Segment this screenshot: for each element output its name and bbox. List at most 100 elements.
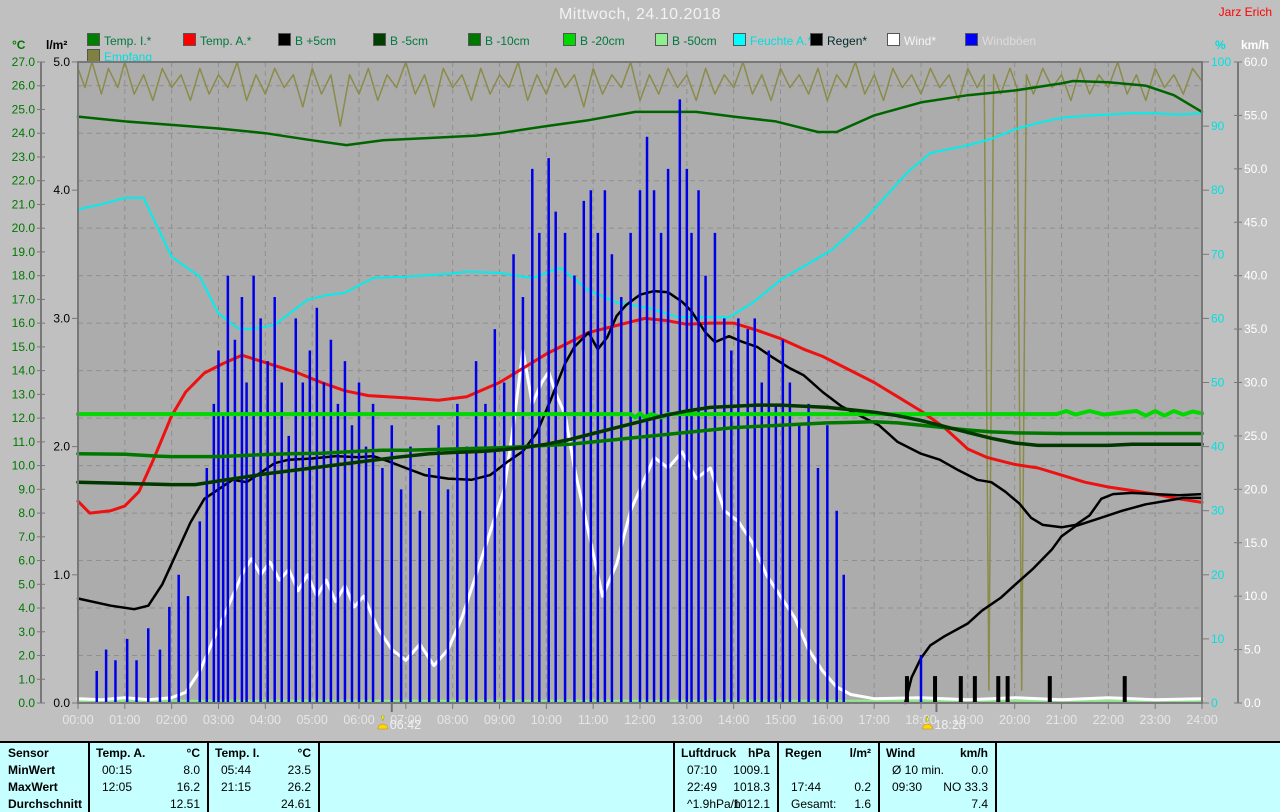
svg-text:20.0: 20.0 xyxy=(12,221,36,235)
column-header: Luftdruck xyxy=(681,746,736,761)
axis-humidity: 0102030405060708090100 xyxy=(1202,55,1231,710)
axis-rain: 0.01.02.03.04.05.0 xyxy=(53,55,78,710)
svg-text:90: 90 xyxy=(1211,119,1225,133)
svg-text:02:00: 02:00 xyxy=(156,713,187,727)
stat-value: 0.2 xyxy=(854,780,871,795)
svg-text:09:00: 09:00 xyxy=(484,713,515,727)
svg-text:24.0: 24.0 xyxy=(12,126,36,140)
sun-marker-time: 18:20 xyxy=(934,718,965,732)
table-separator xyxy=(878,743,880,812)
row-label: Sensor xyxy=(8,746,49,761)
stat-time: 22:49 xyxy=(687,780,717,795)
svg-text:1.0: 1.0 xyxy=(18,672,35,686)
stat-time: 09:30 xyxy=(892,780,922,795)
svg-text:25.0: 25.0 xyxy=(12,102,36,116)
svg-text:5.0: 5.0 xyxy=(18,577,35,591)
sun-marker-sunrise-icon: 06:42 xyxy=(378,703,421,732)
row-label: MinWert xyxy=(8,763,55,778)
svg-text:20.0: 20.0 xyxy=(1244,482,1268,496)
svg-text:5.0: 5.0 xyxy=(53,55,70,69)
column-unit: km/h xyxy=(960,746,988,761)
svg-text:14.0: 14.0 xyxy=(12,364,36,378)
stat-value: 1018.3 xyxy=(733,780,770,795)
svg-text:03:00: 03:00 xyxy=(203,713,234,727)
svg-text:80: 80 xyxy=(1211,183,1225,197)
svg-text:12.0: 12.0 xyxy=(12,411,36,425)
svg-text:100: 100 xyxy=(1211,55,1231,69)
svg-text:50: 50 xyxy=(1211,376,1225,390)
svg-text:0.0: 0.0 xyxy=(1244,696,1261,710)
svg-text:22:00: 22:00 xyxy=(1093,713,1124,727)
table-separator xyxy=(777,743,779,812)
svg-text:40.0: 40.0 xyxy=(1244,269,1268,283)
sunrise-icon xyxy=(378,716,388,729)
column-unit: hPa xyxy=(748,746,770,761)
svg-text:30.0: 30.0 xyxy=(1244,376,1268,390)
column-unit: °C xyxy=(298,746,311,761)
svg-text:10.0: 10.0 xyxy=(1244,589,1268,603)
svg-text:40: 40 xyxy=(1211,440,1225,454)
svg-text:27.0: 27.0 xyxy=(12,55,36,69)
stat-value: 0.0 xyxy=(971,763,988,778)
svg-text:2.0: 2.0 xyxy=(53,440,70,454)
svg-text:60: 60 xyxy=(1211,311,1225,325)
svg-text:19.0: 19.0 xyxy=(12,245,36,259)
stat-value: 1009.1 xyxy=(733,763,770,778)
svg-text:15.0: 15.0 xyxy=(1244,536,1268,550)
statistics-table: SensorMinWertMaxWertDurchschnittTemp. A.… xyxy=(0,741,1280,812)
svg-text:6.0: 6.0 xyxy=(18,554,35,568)
svg-text:23:00: 23:00 xyxy=(1140,713,1171,727)
stat-time: 17:44 xyxy=(791,780,821,795)
sun-marker-time: 06:42 xyxy=(390,718,421,732)
svg-text:15.0: 15.0 xyxy=(12,340,36,354)
stat-time: 07:10 xyxy=(687,763,717,778)
svg-text:04:00: 04:00 xyxy=(250,713,281,727)
column-header: Temp. I. xyxy=(215,746,259,761)
svg-text:0.0: 0.0 xyxy=(53,696,70,710)
table-separator xyxy=(207,743,209,812)
svg-text:3.0: 3.0 xyxy=(18,625,35,639)
svg-text:17:00: 17:00 xyxy=(859,713,890,727)
svg-text:4.0: 4.0 xyxy=(18,601,35,615)
svg-text:7.0: 7.0 xyxy=(18,530,35,544)
table-separator xyxy=(318,743,320,812)
svg-text:50.0: 50.0 xyxy=(1244,162,1268,176)
svg-text:0.0: 0.0 xyxy=(18,696,35,710)
svg-text:10: 10 xyxy=(1211,632,1225,646)
weather-station-screen: { "header": { "title": "Mittwoch, 24.10.… xyxy=(0,0,1280,810)
stat-time: 12:05 xyxy=(102,780,132,795)
svg-text:20:00: 20:00 xyxy=(999,713,1030,727)
svg-text:55.0: 55.0 xyxy=(1244,108,1268,122)
svg-text:11:00: 11:00 xyxy=(578,713,608,727)
svg-text:21:00: 21:00 xyxy=(1046,713,1077,727)
svg-text:5.0: 5.0 xyxy=(1244,643,1261,657)
svg-text:05:00: 05:00 xyxy=(297,713,328,727)
svg-text:60.0: 60.0 xyxy=(1244,55,1268,69)
svg-text:10:00: 10:00 xyxy=(531,713,562,727)
weather-chart: 0.01.02.03.04.05.06.07.08.09.010.011.012… xyxy=(0,0,1280,741)
axis-celsius: 0.01.02.03.04.05.06.07.08.09.010.011.012… xyxy=(12,55,45,710)
table-separator xyxy=(995,743,997,812)
svg-text:8.0: 8.0 xyxy=(18,506,35,520)
svg-text:0: 0 xyxy=(1211,696,1218,710)
svg-text:20: 20 xyxy=(1211,568,1225,582)
axis-wind: 0.05.010.015.020.025.030.035.040.045.050… xyxy=(1234,55,1268,710)
svg-text:11.0: 11.0 xyxy=(13,435,36,449)
svg-text:4.0: 4.0 xyxy=(53,183,70,197)
stat-value: 23.5 xyxy=(288,763,311,778)
svg-text:00:00: 00:00 xyxy=(62,713,93,727)
svg-text:2.0: 2.0 xyxy=(18,649,35,663)
stat-time: 21:15 xyxy=(221,780,251,795)
svg-text:24:00: 24:00 xyxy=(1186,713,1217,727)
stat-value: 8.0 xyxy=(183,763,200,778)
svg-text:21.0: 21.0 xyxy=(12,197,36,211)
svg-text:13.0: 13.0 xyxy=(12,387,36,401)
svg-text:35.0: 35.0 xyxy=(1244,322,1268,336)
table-separator xyxy=(88,743,90,812)
table-separator xyxy=(673,743,675,812)
column-unit: °C xyxy=(187,746,200,761)
svg-text:16.0: 16.0 xyxy=(12,316,36,330)
column-header: Regen xyxy=(785,746,822,761)
svg-text:06:00: 06:00 xyxy=(343,713,374,727)
svg-text:17.0: 17.0 xyxy=(12,292,36,306)
